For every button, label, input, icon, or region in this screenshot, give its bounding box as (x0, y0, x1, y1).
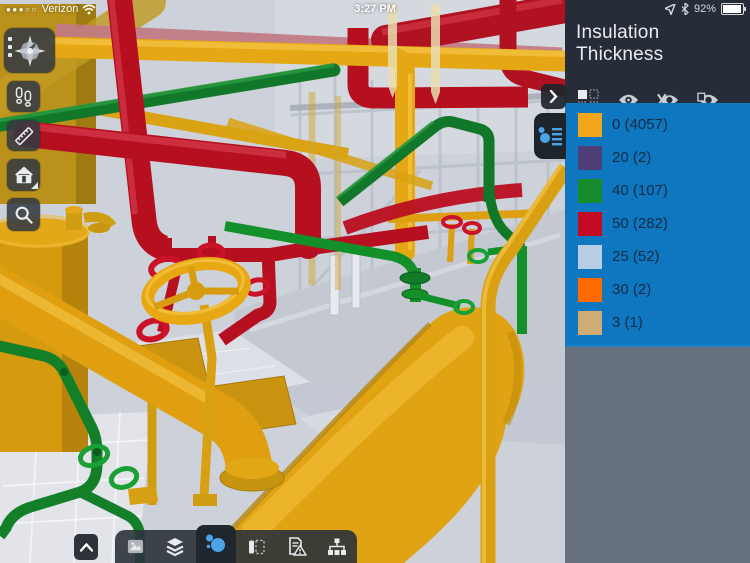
legend-row[interactable]: 0 (4057) (565, 108, 750, 141)
color-swatch (578, 278, 602, 302)
layers-icon (165, 537, 185, 557)
compass-button[interactable] (4, 28, 55, 73)
bottom-toolbar (115, 530, 357, 563)
tab-model-tree[interactable] (317, 530, 357, 563)
chevron-right-icon (549, 90, 558, 103)
status-right: 92% (665, 3, 744, 15)
legend-row[interactable]: 20 (2) (565, 141, 750, 174)
tab-layers[interactable] (155, 530, 195, 563)
ruler-icon (13, 125, 35, 147)
photo-icon (126, 537, 145, 556)
legend-label: 3 (1) (612, 314, 643, 331)
home-view-button[interactable] (7, 159, 40, 191)
signal-strength-icon: ●●●○○ (6, 5, 38, 14)
status-bar: ●●●○○ Verizon 3:27 PM 92% (0, 0, 750, 20)
legend-row[interactable]: 50 (282) (565, 207, 750, 240)
tab-issues[interactable] (276, 530, 316, 563)
insulation-panel: Insulation Thickness (565, 0, 750, 563)
tab-color-coding[interactable] (196, 525, 236, 563)
section-box-icon (246, 537, 266, 557)
color-swatch (578, 179, 602, 203)
legend-row[interactable]: 30 (2) (565, 273, 750, 306)
long-press-indicator (31, 182, 38, 189)
legend-tab-button[interactable] (534, 113, 566, 159)
legend-row[interactable]: 25 (52) (565, 240, 750, 273)
chevron-up-icon (80, 543, 93, 552)
wifi-icon (82, 4, 96, 15)
color-legend-icon (537, 124, 563, 148)
legend-label: 40 (107) (612, 182, 668, 199)
color-swatch (578, 113, 602, 137)
footprints-icon (13, 86, 34, 107)
legend-label: 50 (282) (612, 215, 668, 232)
magnifier-icon (13, 204, 35, 226)
color-swatch (578, 212, 602, 236)
battery-percent: 92% (694, 3, 716, 15)
panel-title: Insulation Thickness (576, 22, 740, 66)
walk-mode-button[interactable] (7, 81, 40, 112)
3d-viewport[interactable] (0, 0, 565, 563)
legend-list: 0 (4057) 20 (2) 40 (107) 50 (282) 25 (52… (565, 103, 750, 347)
clock: 3:27 PM (0, 3, 750, 15)
legend-row[interactable]: 40 (107) (565, 174, 750, 207)
legend-label: 30 (2) (612, 281, 651, 298)
tab-section[interactable] (236, 530, 276, 563)
toolbar-collapse-button[interactable] (74, 534, 98, 560)
bluetooth-icon (681, 3, 689, 15)
legend-label: 20 (2) (612, 149, 651, 166)
color-swatch (578, 245, 602, 269)
document-warning-icon (286, 536, 307, 557)
tree-icon (327, 537, 347, 557)
legend-row[interactable]: 3 (1) (565, 306, 750, 339)
battery-icon (721, 3, 744, 15)
carrier-label: Verizon (42, 3, 79, 15)
measure-button[interactable] (7, 120, 40, 151)
color-swatch (578, 311, 602, 335)
location-arrow-icon (665, 4, 676, 15)
drag-handle[interactable] (8, 37, 12, 57)
color-swatch (578, 146, 602, 170)
panel-collapse-button[interactable] (541, 84, 566, 109)
tab-photo[interactable] (115, 530, 155, 563)
legend-label: 25 (52) (612, 248, 660, 265)
panel-footer (565, 347, 750, 563)
compass-icon (13, 34, 47, 68)
color-dots-icon (205, 533, 227, 555)
legend-label: 0 (4057) (612, 116, 668, 133)
plant-model-rendering (0, 0, 565, 563)
search-button[interactable] (7, 198, 40, 231)
status-left: ●●●○○ Verizon (6, 3, 96, 15)
